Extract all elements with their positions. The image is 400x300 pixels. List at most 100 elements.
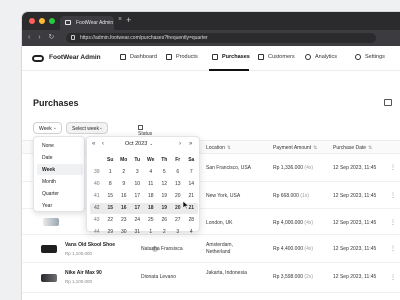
calendar-week-row[interactable]: 39 1 2 3 4 5 6 7 [90,167,198,178]
calendar-day[interactable]: 18 [144,203,158,214]
menu-item-month[interactable]: Month [37,176,83,187]
print-icon[interactable] [384,99,392,106]
menu-item-week[interactable]: Week [37,164,83,175]
calendar-day[interactable]: 17 [131,191,145,202]
calendar-day[interactable]: 17 [131,203,145,214]
calendar-day[interactable]: 15 [104,191,118,202]
menu-item-quarter[interactable]: Quarter [37,188,83,199]
close-window-button[interactable] [29,18,35,24]
nav-label: Dashboard [130,54,157,60]
calendar-day[interactable]: 2 [117,167,131,178]
calendar-day[interactable]: 28 [185,215,199,226]
more-icon[interactable]: ⋮ [390,192,396,199]
tab-close-icon[interactable]: × [118,16,122,23]
quantity: (4x) [304,165,314,171]
column-purchase-date[interactable]: Purchase Date ⇅ [333,145,372,151]
column-payment-amount[interactable]: Payment Amount ⇅ [273,145,317,151]
calendar-day[interactable]: 3 [131,167,145,178]
calendar-day[interactable]: 29 [104,227,118,238]
select-week-button[interactable]: Select week ⌄ [66,122,108,134]
calendar-day[interactable]: 7 [185,167,199,178]
calendar-day[interactable]: 9 [117,179,131,190]
calendar-day[interactable]: 18 [144,191,158,202]
month-select[interactable]: Oct 2023 ⌄ [125,141,153,147]
nav-customers[interactable]: Customers [258,54,295,60]
prev-year-icon[interactable]: « [92,141,95,147]
calendar-day[interactable]: 16 [117,203,131,214]
new-tab-icon[interactable]: + [126,15,131,25]
calendar-day[interactable]: 19 [158,203,172,214]
prev-month-icon[interactable]: ‹ [102,141,104,147]
sort-icon: ⇅ [226,145,232,151]
calendar-day[interactable]: 19 [158,191,172,202]
calendar-day[interactable]: 1 [144,227,158,238]
calendar-day[interactable]: 22 [104,215,118,226]
calendar-day[interactable]: 4 [185,227,199,238]
period-select[interactable]: Week ⌄ [33,122,62,134]
minimize-window-button[interactable] [39,18,45,24]
more-icon[interactable]: ⋮ [390,219,396,226]
next-year-icon[interactable]: » [189,141,192,147]
calendar-week-row[interactable]: 42 15 16 17 18 19 20 21 [90,203,198,214]
browser-nav-icons[interactable]: ‹ › ↻ [28,33,57,41]
calendar-day[interactable]: 4 [144,167,158,178]
calendar-day[interactable]: 2 [158,227,172,238]
calendar-week-row[interactable]: 44 29 30 31 1 2 3 4 [90,227,198,238]
calendar-day[interactable]: 8 [104,179,118,190]
window-controls [29,18,55,24]
calendar-day[interactable]: 30 [117,227,131,238]
calendar-day[interactable]: 5 [158,167,172,178]
weekday-header: Mo [120,157,128,163]
maximize-window-button[interactable] [49,18,55,24]
calendar-day[interactable]: 15 [104,203,118,214]
calendar-day[interactable]: 26 [158,215,172,226]
calendar-day[interactable]: 25 [144,215,158,226]
week-number: 42 [93,205,100,211]
table-row[interactable]: London, UK Rp 4,000.000 (4x) 12 Sep 2023… [22,209,400,235]
week-number: 40 [93,181,100,187]
calendar-day[interactable]: 1 [104,167,118,178]
row-location: New York, USA [206,193,241,199]
calendar-day[interactable]: 16 [117,191,131,202]
nav-purchases[interactable]: Purchases [212,54,250,60]
more-icon[interactable]: ⋮ [390,274,396,281]
calendar-day[interactable]: 3 [171,227,185,238]
more-icon[interactable]: ⋮ [390,245,396,252]
more-icon[interactable]: ⋮ [390,164,396,171]
calendar-day[interactable]: 31 [131,227,145,238]
calendar-day[interactable]: 11 [144,179,158,190]
table-row[interactable]: Vans Old Skool Shoe Rp 1,100.000 Natasha… [22,235,400,263]
week-picker-calendar: « ‹ Oct 2023 ⌄ › » Su Mo Tu We Th Fr Sa 39 1 2 3 4 5 6… [86,136,200,235]
calendar-day[interactable]: 27 [171,215,185,226]
calendar-week-row[interactable]: 41 15 16 17 18 19 20 21 [90,191,198,202]
weekday-header: Th [161,157,168,163]
logo-icon [32,55,44,62]
column-location[interactable]: Location ⇅ [206,145,231,151]
select-week-label: Select week [72,126,99,132]
menu-item-date[interactable]: Date [37,152,83,163]
calendar-day[interactable]: 12 [158,179,172,190]
week-number-header [90,155,104,166]
next-month-icon[interactable]: › [179,141,181,147]
menu-item-none[interactable]: None [37,140,83,151]
product-thumbnail [43,218,59,226]
browser-tab[interactable]: FootWear Admin [60,16,114,30]
calendar-week-row[interactable]: 43 22 23 24 25 26 27 28 [90,215,198,226]
browser-tab-bar: FootWear Admin × + [22,12,400,30]
calendar-day[interactable]: 23 [117,215,131,226]
table-row[interactable]: Nike Air Max 90 Rp 1,100.000 Dionata Lev… [22,263,400,293]
nav-analytics[interactable]: Analytics [305,54,337,60]
calendar-day[interactable]: 10 [131,179,145,190]
calendar-day[interactable]: 13 [171,179,185,190]
nav-dashboard[interactable]: Dashboard [120,54,157,60]
calendar-week-row[interactable]: 40 8 9 10 11 12 13 14 [90,179,198,190]
menu-item-year[interactable]: Year [37,200,83,211]
calendar-day[interactable]: 6 [171,167,185,178]
row-customer: Dionata Levano [141,274,177,280]
chevron-down-icon: ⌄ [52,125,57,131]
url-field[interactable]: https://admin.footwear.com/purchases?fre… [66,33,376,43]
calendar-day[interactable]: 14 [185,179,199,190]
calendar-day[interactable]: 24 [131,215,145,226]
nav-products[interactable]: Products [166,54,198,60]
nav-settings[interactable]: Settings [355,54,385,60]
